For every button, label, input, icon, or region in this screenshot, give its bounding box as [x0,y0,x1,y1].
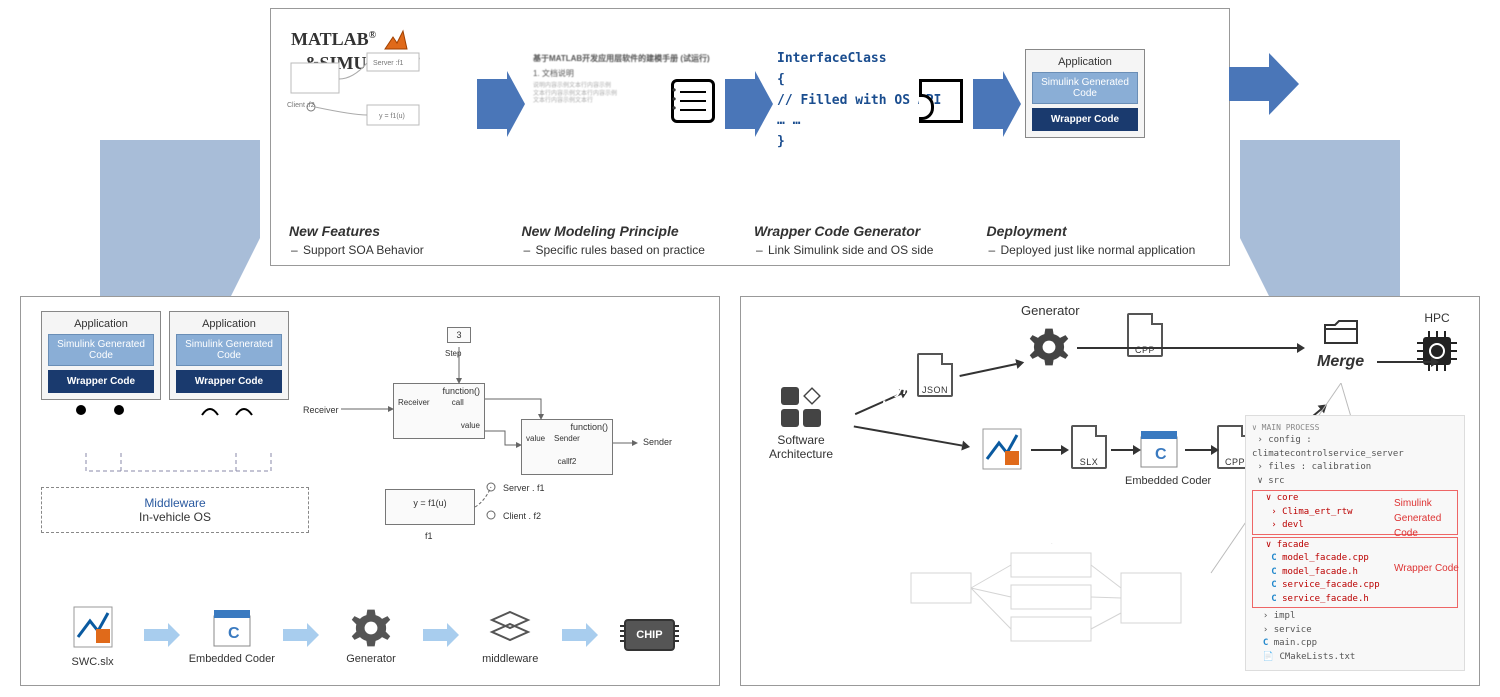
application-box-left-2: Application Simulink Generated Code Wrap… [169,311,289,400]
merge-label: Merge [1317,353,1364,371]
generator-label: Generator [1021,303,1080,318]
chip-icon: CHIP [624,619,674,651]
embedded-coder-icon: C [1137,427,1181,471]
port-in-icon [198,401,258,417]
f1-label: f1 [425,531,433,541]
slx-file: SLX [1071,425,1107,469]
sender-port-label: Sender [643,437,672,447]
sender-block: function() value Sender callf2 [521,419,613,475]
svg-text:C: C [1155,446,1167,463]
application-box-left-1: Application Simulink Generated Code Wrap… [41,311,161,400]
big-arrow-right [1229,49,1299,119]
stage-new-features: Server :f1 y = f1(u) Client :f2 [281,49,477,159]
software-architecture-node: Software Architecture [751,387,851,461]
file-icon: SLX [1071,425,1107,469]
embedded-coder-icon: C [210,606,254,650]
embedded-coder-label: Embedded Coder [1125,475,1211,487]
app-grid-icon [781,387,821,427]
simulink-file-icon [68,603,118,653]
pipe-arrow-3 [423,623,459,647]
pipe-arrow-2 [283,623,319,647]
layers-icon [488,606,532,650]
wrapper-code-annotation: Wrapper Code [1394,561,1464,576]
svg-text:Server :f1: Server :f1 [373,60,403,67]
simulink-code-annotation: Simulink Generated Code [1394,496,1464,541]
step-label: Step [445,349,461,358]
toolchain-pipeline: SWC.slx C Embedded Coder Generator middl… [41,595,701,675]
curve-arrow-left [100,140,260,310]
middleware-box: Middleware In-vehicle OS [41,487,309,533]
f1-block: y = f1(u) [385,489,475,525]
caption-row: New Features Support SOA Behavior New Mod… [289,223,1209,257]
arrow-stage3 [973,79,1003,129]
pipe-arrow-4 [562,623,598,647]
file-icon: CPP [1127,313,1163,357]
application-box-top: Application Simulink Generated Code Wrap… [1025,49,1145,138]
middleware-link-lines [61,453,301,487]
source-tree: ∨ MAIN PROCESS › config : climatecontrol… [1245,415,1465,671]
arrow-sa-sl [854,425,963,446]
pipe-embedded-coder: C Embedded Coder [180,606,283,665]
invehicle-os-label: In-vehicle OS [46,510,304,524]
pipe-generator: Generator [319,606,422,665]
file-icon: JSON [917,353,953,397]
pipe-chip: CHIP [598,619,701,651]
port-out-icon [76,405,86,415]
cap-title-4: Deployment [987,223,1210,239]
cap-body-4: Deployed just like normal application [987,243,1210,257]
folder-open-icon [1321,315,1361,347]
cap-title-2: New Modeling Principle [522,223,745,239]
arrow-stage2 [725,79,755,129]
pipe-middleware: middleware [459,606,562,665]
new-style-badge: New Style ! [881,365,914,413]
stage-deployment: Application Simulink Generated Code Wrap… [1003,49,1221,159]
pipe-arrow-1 [144,623,180,647]
arrow-stage1 [477,79,507,129]
receiver-block: function() Receiver call value [393,383,485,439]
architecture-diagram-thumb [901,543,1201,673]
simulink-file-icon [977,425,1027,475]
cap-body-3: Link Simulink side and OS side [754,243,977,257]
svg-text:C: C [228,625,240,642]
cap-title-1: New Features [289,223,512,239]
step-source-block: 3 [447,327,471,343]
arrow-json-gen [959,363,1016,377]
gear-icon [349,606,393,650]
arrow-sl-slx [1031,449,1061,451]
cap-body-1: Support SOA Behavior [289,243,512,257]
left-detail-panel: Application Simulink Generated Code Wrap… [20,296,720,686]
cap-body-2: Specific rules based on practice [522,243,745,257]
svg-text:y = f1(u): y = f1(u) [379,113,405,120]
stage-wrapper-generator: InterfaceClass { // Filled with OS API …… [755,49,973,159]
simulink-diagram: New Style ! 3 Step Receiver function() R… [341,327,701,547]
workflow-stages-row: Server :f1 y = f1(u) Client :f2 基于MATLAB… [281,49,1221,159]
server-f1-label: Server . f1 [503,483,545,493]
wrapper-code-box: Wrapper Code [1032,108,1138,131]
cap-title-3: Wrapper Code Generator [754,223,977,239]
list-icon [671,79,715,123]
pipe-swc-slx: SWC.slx [41,603,144,668]
gear-icon [1027,325,1071,369]
puzzle-icon [919,79,963,123]
middleware-label: Middleware [46,496,304,510]
arrow-slx-ec [1111,449,1133,451]
simulink-mini-diagram: Server :f1 y = f1(u) Client :f2 [281,49,431,139]
arrow-gen-merge [1077,347,1297,349]
simulink-generated-code-box: Simulink Generated Code [1032,72,1138,104]
client-f2-label: Client . f2 [503,511,541,521]
top-workflow-panel: MATLAB® &SIMULINK® Server :f1 y = f1(u) … [270,8,1230,266]
stage-modeling-principle: 基于MATLAB开发应用层软件的建模手册 (试运行) 1. 文档说明 说明内容示… [507,49,725,159]
port-out-icon [114,405,124,415]
receiver-port-label: Receiver [303,405,339,415]
cpp-file-1: CPP [1127,313,1163,357]
right-detail-panel: Software Architecture Generator JSON CPP… [740,296,1480,686]
arrow-merge-hpc [1377,361,1431,363]
json-file: JSON [917,353,953,397]
application-pair: Application Simulink Generated Code Wrap… [41,311,289,400]
curve-arrow-right [1240,140,1400,310]
